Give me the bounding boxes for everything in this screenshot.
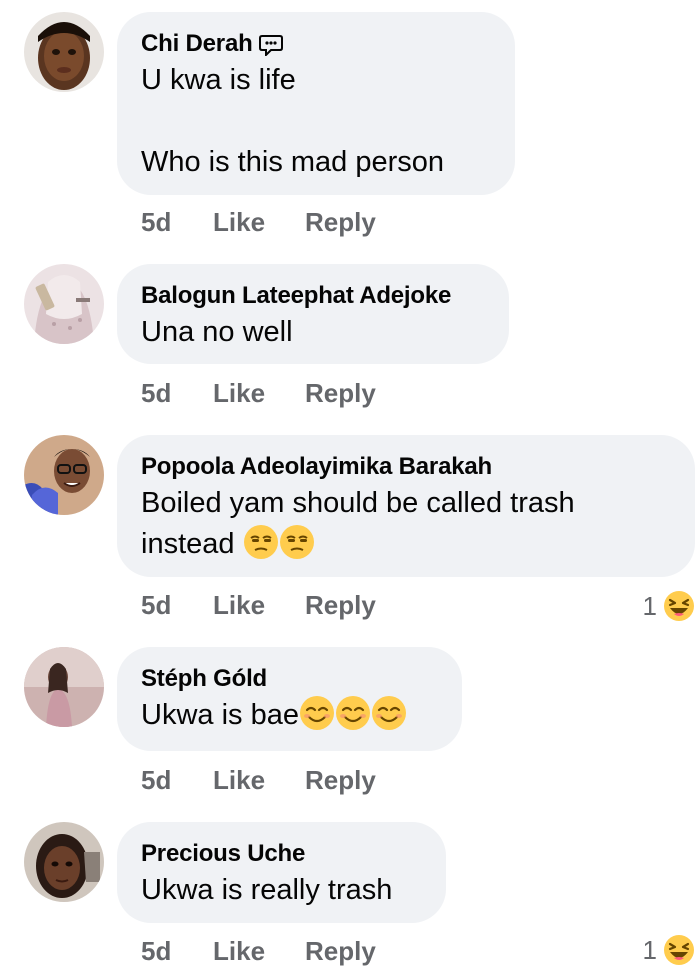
- author-name[interactable]: Chi Derah: [141, 30, 253, 57]
- comment-text: U kwa is life Who is this mad person: [141, 64, 445, 178]
- avatar[interactable]: [24, 435, 104, 515]
- avatar[interactable]: [24, 264, 104, 344]
- reaction-summary[interactable]: 1: [643, 934, 695, 966]
- comments-feed: Chi Derah U kwa is life Who is this mad …: [0, 0, 699, 974]
- avatar[interactable]: [24, 12, 104, 92]
- comment-text: Boiled yam should be called trash instea…: [141, 483, 671, 565]
- comment-bubble: Precious Uche Ukwa is really trash: [117, 822, 446, 923]
- comment-author[interactable]: Precious Uche: [141, 840, 422, 868]
- comment-text: Una no well: [141, 316, 293, 348]
- reaction-summary[interactable]: 1: [643, 590, 695, 622]
- comment-timestamp[interactable]: 5d: [141, 590, 213, 620]
- comment-author[interactable]: Balogun Lateephat Adejoke: [141, 282, 485, 310]
- reply-button[interactable]: Reply: [305, 765, 376, 795]
- comment-actions: 5d Like Reply: [141, 378, 376, 408]
- like-button[interactable]: Like: [213, 378, 305, 408]
- chat-bubble-icon: [258, 34, 283, 58]
- comment-bubble: Popoola Adeolayimika Barakah Boiled yam …: [117, 435, 695, 577]
- avatar-photo: [24, 435, 104, 515]
- comment-actions: 5d Like Reply: [141, 590, 376, 620]
- smirking-face-icon: [335, 695, 371, 731]
- avatar[interactable]: [24, 822, 104, 902]
- comment-actions: 5d Like Reply: [141, 936, 376, 966]
- comment-timestamp[interactable]: 5d: [141, 936, 213, 966]
- unamused-face-icon: [243, 524, 279, 560]
- comment-timestamp[interactable]: 5d: [141, 378, 213, 408]
- reply-button[interactable]: Reply: [305, 207, 376, 237]
- reply-button[interactable]: Reply: [305, 378, 376, 408]
- reply-button[interactable]: Reply: [305, 590, 376, 620]
- like-button[interactable]: Like: [213, 765, 305, 795]
- comment-author[interactable]: Popoola Adeolayimika Barakah: [141, 453, 671, 481]
- comment-bubble: Balogun Lateephat Adejoke Una no well: [117, 264, 509, 364]
- comment-text: Ukwa is bae: [141, 695, 438, 736]
- comment-timestamp[interactable]: 5d: [141, 765, 213, 795]
- laughing-face-icon: [663, 934, 695, 966]
- reply-button[interactable]: Reply: [305, 936, 376, 966]
- comment-author[interactable]: Chi Derah: [141, 30, 491, 58]
- avatar-photo: [24, 822, 104, 902]
- like-button[interactable]: Like: [213, 207, 305, 237]
- avatar-photo: [24, 647, 104, 727]
- comment-bubble: Stéph Góld Ukwa is bae: [117, 647, 462, 751]
- comment-text: Ukwa is really trash: [141, 874, 393, 906]
- avatar[interactable]: [24, 647, 104, 727]
- unamused-face-icon: [279, 524, 315, 560]
- comment-text-content: Boiled yam should be called trash instea…: [141, 487, 575, 560]
- comment-text-content: Ukwa is bae: [141, 699, 299, 731]
- smirking-face-icon: [299, 695, 335, 731]
- smirking-face-icon: [371, 695, 407, 731]
- comment-bubble: Chi Derah U kwa is life Who is this mad …: [117, 12, 515, 195]
- avatar-photo: [24, 264, 104, 344]
- comment-timestamp[interactable]: 5d: [141, 207, 213, 237]
- laughing-face-icon: [663, 590, 695, 622]
- like-button[interactable]: Like: [213, 590, 305, 620]
- reaction-count: 1: [642, 935, 657, 965]
- like-button[interactable]: Like: [213, 936, 305, 966]
- comment-actions: 5d Like Reply: [141, 765, 376, 795]
- comment-author[interactable]: Stéph Góld: [141, 665, 438, 693]
- reaction-count: 1: [642, 591, 657, 621]
- comment-actions: 5d Like Reply: [141, 207, 376, 237]
- avatar-photo: [24, 12, 104, 92]
